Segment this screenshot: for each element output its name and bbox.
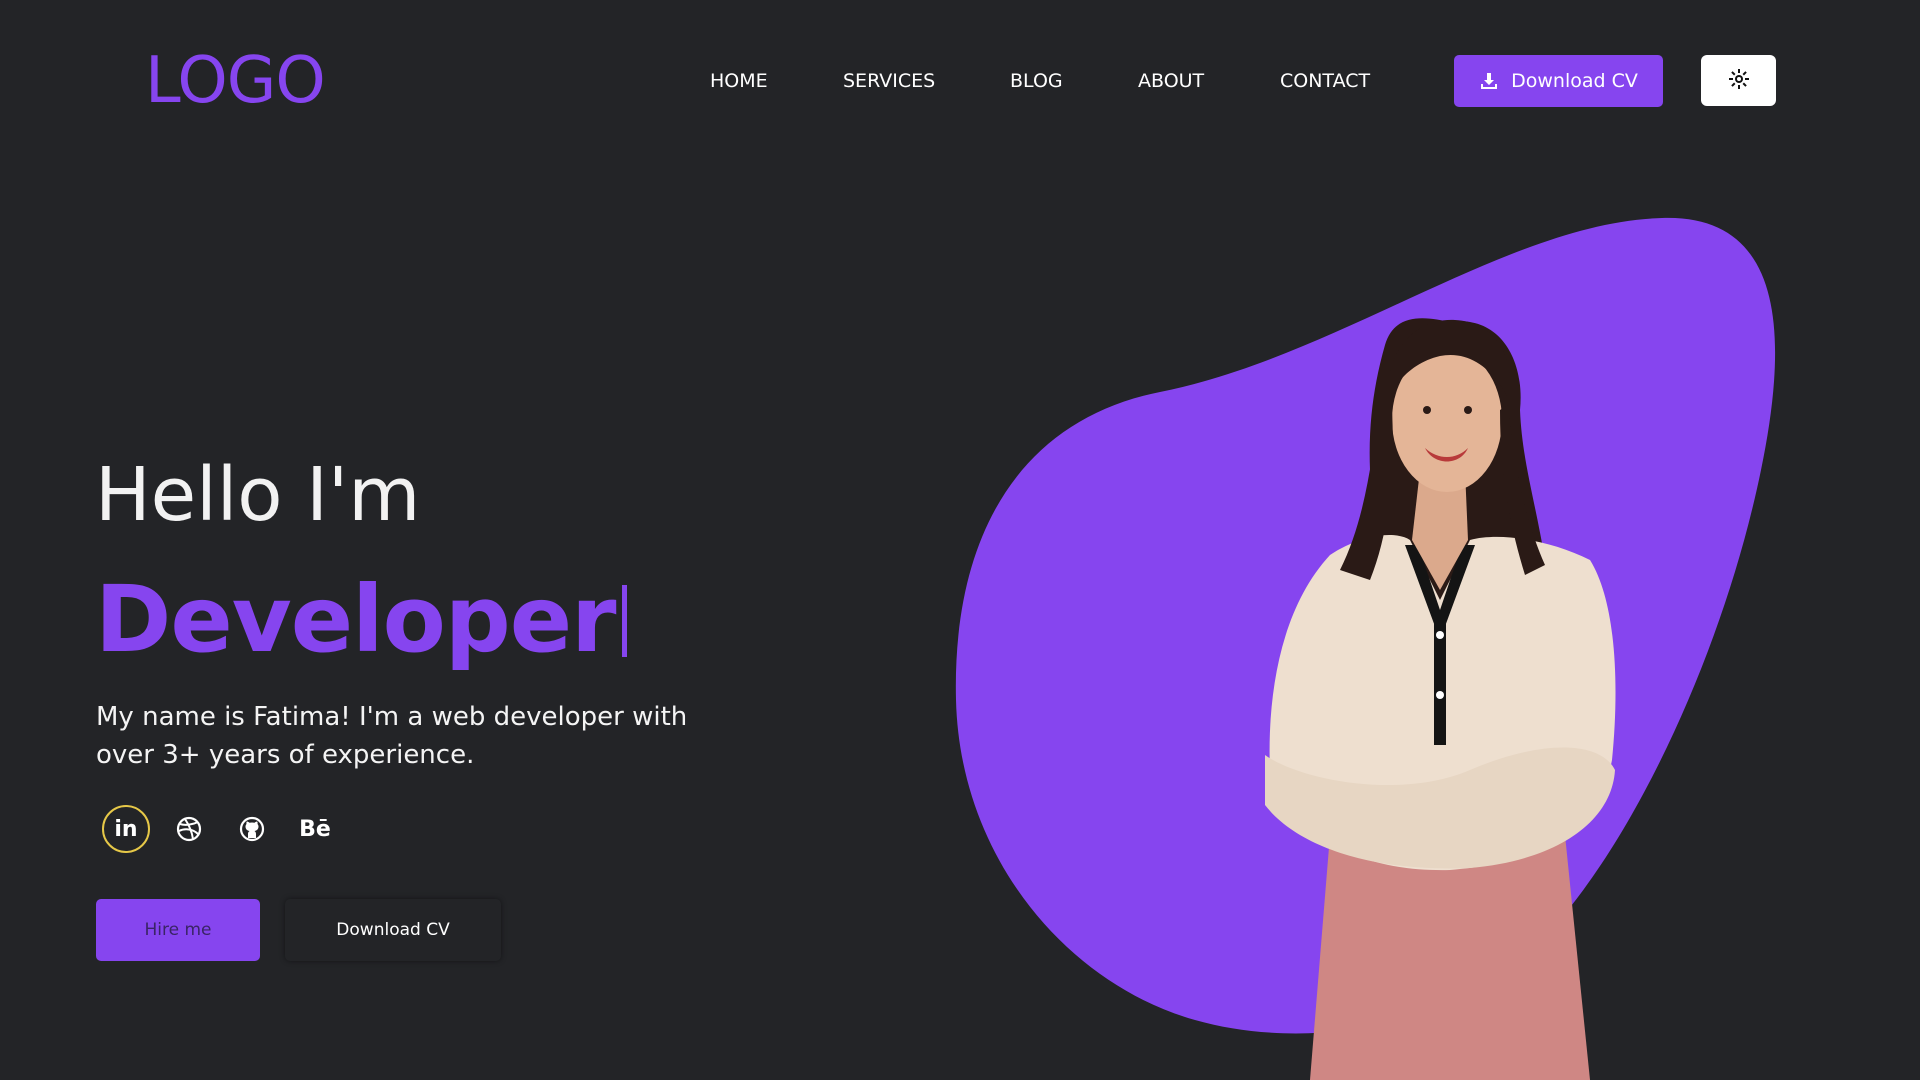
- hero-intro: My name is Fatima! I'm a web developer w…: [96, 698, 696, 774]
- person-portrait: [1265, 318, 1616, 1080]
- nav-item-blog[interactable]: BLOG: [1010, 66, 1063, 96]
- page: LOGO HOME SERVICES BLOG ABOUT CONTACT Do…: [0, 0, 1920, 1080]
- dribbble-icon[interactable]: [165, 805, 213, 853]
- header-download-cv-button[interactable]: Download CV: [1454, 55, 1663, 107]
- download-icon: [1479, 71, 1499, 91]
- linkedin-icon[interactable]: in: [102, 805, 150, 853]
- sun-icon: [1728, 68, 1750, 94]
- nav-item-contact[interactable]: CONTACT: [1280, 66, 1370, 96]
- behance-icon[interactable]: Bē: [291, 805, 339, 853]
- hero-role: Developer: [95, 568, 627, 672]
- header-download-cv-label: Download CV: [1511, 70, 1638, 92]
- nav-item-services[interactable]: SERVICES: [843, 66, 935, 96]
- behance-label: Bē: [299, 816, 331, 842]
- linkedin-label: in: [114, 816, 138, 842]
- theme-toggle-button[interactable]: [1701, 55, 1776, 106]
- typing-caret: [621, 585, 627, 657]
- hero-role-text: Developer: [95, 566, 616, 673]
- hire-me-button[interactable]: Hire me: [96, 899, 260, 961]
- github-icon[interactable]: [228, 805, 276, 853]
- purple-blob-shape: [955, 217, 1776, 1034]
- hero-greeting: Hello I'm: [95, 452, 421, 538]
- hero-intro-line-1: My name is Fatima! I'm a web developer w…: [96, 702, 688, 732]
- nav-item-home[interactable]: HOME: [710, 66, 768, 96]
- download-cv-button[interactable]: Download CV: [285, 899, 501, 961]
- hero-intro-line-2: over 3+ years of experience.: [96, 740, 475, 770]
- nav-item-about[interactable]: ABOUT: [1138, 66, 1204, 96]
